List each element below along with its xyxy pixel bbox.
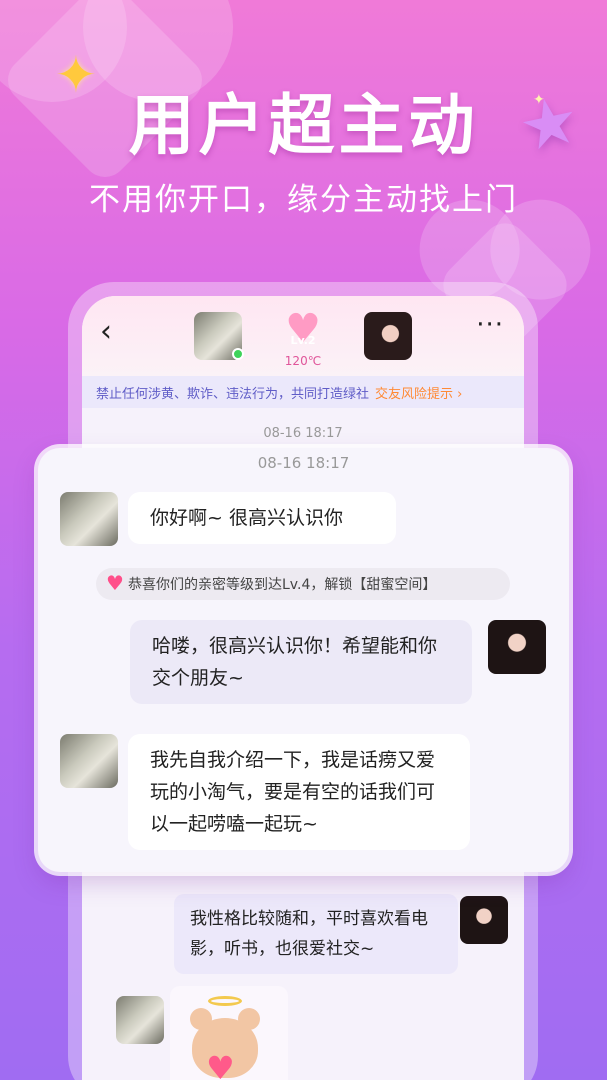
avatar[interactable] — [460, 896, 508, 944]
risk-tips-link[interactable]: 交友风险提示 › — [375, 387, 462, 402]
heart-icon: ♥ — [206, 1049, 235, 1080]
system-notice: ♥ 恭喜你们的亲密等级到达Lv.4，解锁【甜蜜空间】 — [96, 568, 510, 600]
message-timestamp: 08-16 18:17 — [257, 454, 350, 472]
sticker-message[interactable]: ♥ — [170, 986, 288, 1080]
safety-notice-text: 禁止任何涉黄、欺诈、违法行为，共同打造绿社 — [96, 387, 370, 402]
subheadline: 不用你开口，缘分主动找上门 — [89, 182, 518, 218]
halo-shape — [208, 996, 242, 1006]
chat-bubble-incoming: 我先自我介绍一下，我是话痨又爱玩的小淘气，要是有空的话我们可以一起唠嗑一起玩~ — [128, 734, 470, 850]
heart-icon: ♥ — [106, 571, 124, 595]
safety-notice-bar: 禁止任何涉黄、欺诈、违法行为，共同打造绿社 交友风险提示 › — [82, 376, 524, 408]
avatar[interactable] — [116, 996, 164, 1044]
system-notice-text: 恭喜你们的亲密等级到达Lv.4，解锁【甜蜜空间】 — [128, 577, 437, 593]
chat-header: ‹ ♥ Lv.2 120℃ ··· — [82, 296, 524, 376]
avatar[interactable] — [364, 312, 412, 360]
headline: 用户超主动 — [128, 87, 479, 164]
online-status-dot — [232, 348, 244, 360]
back-arrow-icon[interactable]: ‹ — [100, 314, 112, 349]
intimacy-level: Lv.2 — [290, 334, 316, 347]
message-timestamp: 08-16 18:17 — [263, 426, 343, 441]
avatar[interactable] — [488, 620, 546, 674]
intimacy-temperature: 120℃ — [284, 354, 322, 368]
chat-bubble-outgoing: 我性格比较随和，平时喜欢看电影，听书，也很爱社交~ — [174, 894, 458, 974]
chat-bubble-incoming: 你好啊~ 很高兴认识你 — [128, 492, 396, 544]
avatar[interactable] — [60, 734, 118, 788]
featured-chat-card: 08-16 18:17 你好啊~ 很高兴认识你 ♥ 恭喜你们的亲密等级到达Lv.… — [38, 448, 569, 872]
more-options-icon[interactable]: ··· — [476, 310, 504, 340]
avatar[interactable] — [60, 492, 118, 546]
chat-bubble-outgoing: 哈喽，很高兴认识你！希望能和你交个朋友~ — [130, 620, 472, 704]
